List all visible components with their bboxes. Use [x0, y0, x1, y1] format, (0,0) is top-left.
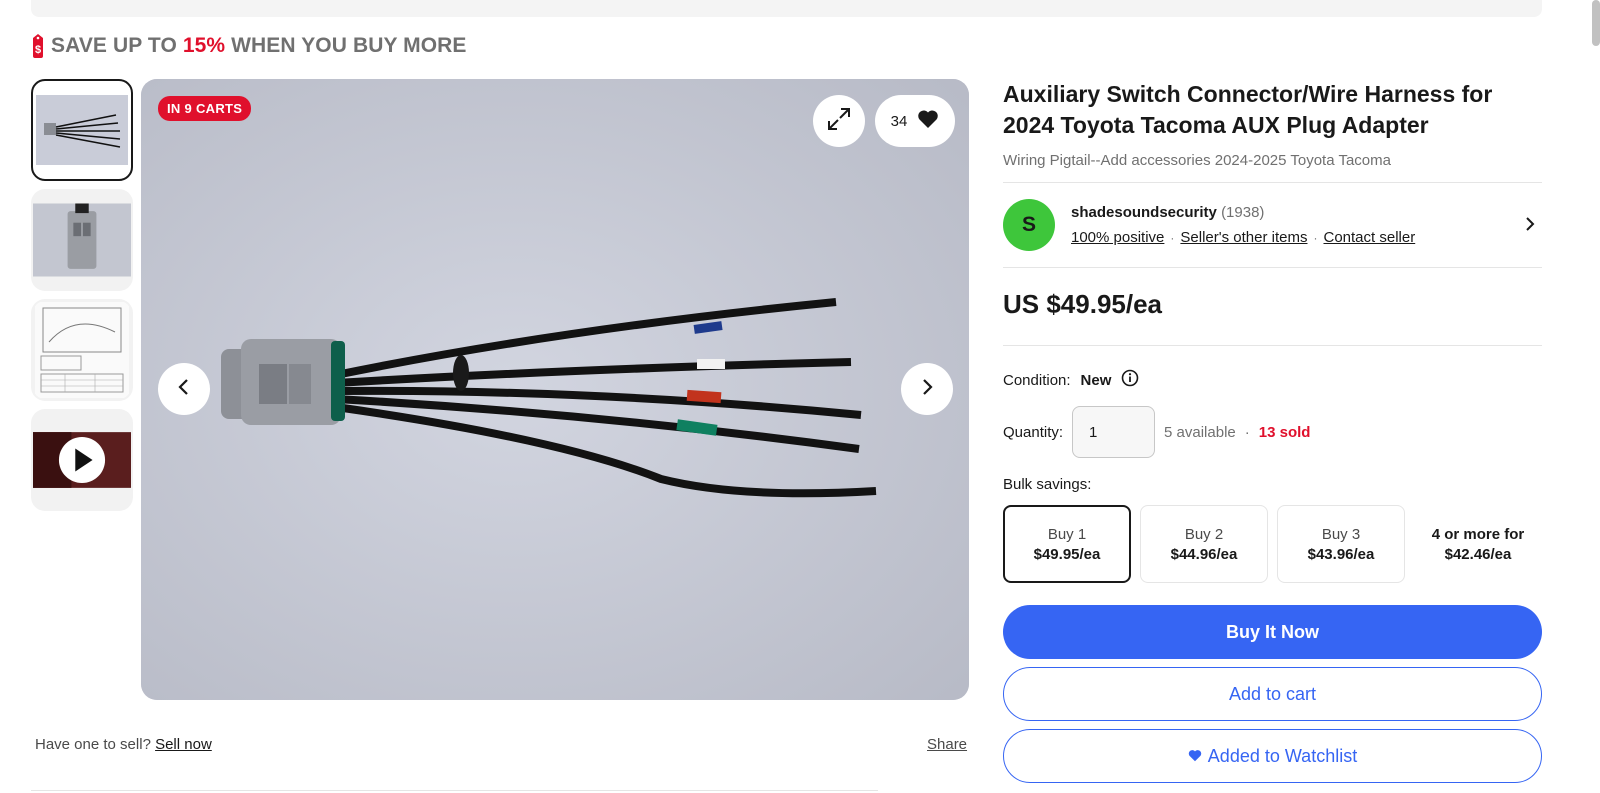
divider	[31, 790, 878, 791]
listing-subtitle: Wiring Pigtail--Add accessories 2024-202…	[1003, 152, 1391, 169]
available-count: 5 available	[1164, 423, 1236, 441]
bulk-option-4-plus[interactable]: 4 or more for $42.46/ea	[1414, 505, 1542, 583]
seller-name: shadesoundsecurity	[1071, 204, 1217, 221]
heart-icon	[1188, 746, 1202, 767]
promo-text: SAVE UP TO 15% WHEN YOU BUY MORE	[51, 34, 467, 57]
watchlist-button[interactable]: Added to Watchlist	[1003, 729, 1542, 783]
chevron-right-icon[interactable]	[1524, 215, 1536, 238]
separator-dot: ·	[1170, 230, 1175, 245]
thumbnail-1[interactable]	[31, 79, 133, 181]
condition-value: New	[1080, 371, 1112, 389]
main-product-image[interactable]: IN 9 CARTS 34	[141, 79, 969, 700]
quantity-row: Quantity: 5 available · 13 sold	[1003, 406, 1310, 458]
seller-avatar: S	[1003, 199, 1055, 251]
watchlist-label: Added to Watchlist	[1207, 745, 1358, 766]
svg-text:$: $	[35, 44, 41, 56]
sell-prompt-text: Have one to sell?	[35, 736, 156, 753]
page-scrollbar[interactable]	[1592, 0, 1600, 46]
bulk-option-qty: Buy 1	[1047, 525, 1087, 543]
condition-label: Condition:	[1003, 371, 1071, 389]
info-icon[interactable]	[1121, 369, 1139, 391]
watch-count-button[interactable]: 34	[875, 95, 955, 147]
sold-count: 13 sold	[1258, 423, 1311, 441]
buy-it-now-label: Buy It Now	[1226, 621, 1319, 642]
price-tag-icon: $	[29, 34, 47, 58]
bulk-option-buy-2[interactable]: Buy 2 $44.96/ea	[1140, 505, 1268, 583]
top-bar	[31, 0, 1542, 17]
thumbnail-2[interactable]	[31, 189, 133, 291]
listing-title: Auxiliary Switch Connector/Wire Harness …	[1003, 81, 1493, 138]
seller-feedback-count: (1938)	[1221, 204, 1265, 221]
seller-other-items-link[interactable]: Seller's other items	[1180, 229, 1307, 246]
watch-count: 34	[890, 112, 908, 130]
sell-now-link[interactable]: Sell now	[155, 736, 212, 753]
bulk-savings-options: Buy 1 $49.95/ea Buy 2 $44.96/ea Buy 3 $4…	[1003, 505, 1542, 583]
buy-it-now-button[interactable]: Buy It Now	[1003, 605, 1542, 659]
bulk-option-qty: Buy 3	[1321, 525, 1361, 543]
in-carts-badge: IN 9 CARTS	[158, 96, 252, 121]
bulk-savings-label: Bulk savings:	[1003, 476, 1092, 493]
separator-dot: ·	[1313, 230, 1318, 245]
chevron-right-icon	[920, 377, 934, 402]
bulk-option-price: $44.96/ea	[1170, 545, 1238, 563]
separator-dot: ·	[1244, 423, 1250, 441]
thumbnail-3[interactable]	[31, 299, 133, 401]
bulk-option-qty: 4 or more for	[1431, 525, 1525, 543]
promo-banner: $ SAVE UP TO 15% WHEN YOU BUY MORE	[29, 34, 467, 58]
share-link[interactable]: Share	[927, 736, 967, 753]
expand-icon	[826, 106, 852, 137]
harness-photo	[141, 79, 969, 700]
seller-card[interactable]: S shadesoundsecurity (1938) 100% positiv…	[1003, 182, 1542, 268]
next-image-button[interactable]	[901, 363, 953, 415]
quantity-input[interactable]	[1072, 406, 1156, 458]
thumbnail-list	[31, 79, 133, 519]
seller-name-row: shadesoundsecurity (1938)	[1071, 204, 1264, 221]
quantity-label: Quantity:	[1003, 423, 1064, 441]
listing-panel: Auxiliary Switch Connector/Wire Harness …	[1003, 79, 1542, 783]
sell-prompt: Have one to sell? Sell now	[35, 736, 212, 753]
contact-seller-link[interactable]: Contact seller	[1323, 229, 1415, 246]
item-price: US $49.95/ea	[1003, 289, 1163, 319]
bulk-option-price: $49.95/ea	[1033, 545, 1101, 563]
seller-positive-link[interactable]: 100% positive	[1071, 229, 1164, 246]
thumbnail-video[interactable]	[31, 409, 133, 511]
seller-links: 100% positive · Seller's other items · C…	[1071, 229, 1415, 246]
bulk-option-buy-1[interactable]: Buy 1 $49.95/ea	[1003, 505, 1131, 583]
previous-image-button[interactable]	[158, 363, 210, 415]
chevron-left-icon	[177, 377, 191, 402]
promo-percent: 15%	[182, 34, 226, 57]
expand-image-button[interactable]	[813, 95, 865, 147]
add-to-cart-button[interactable]: Add to cart	[1003, 667, 1542, 721]
heart-icon	[917, 109, 939, 133]
bulk-option-qty: Buy 2	[1184, 525, 1224, 543]
condition-row: Condition: New	[1003, 369, 1139, 391]
add-to-cart-label: Add to cart	[1228, 683, 1317, 704]
bulk-option-price: $42.46/ea	[1444, 545, 1512, 563]
bulk-option-price: $43.96/ea	[1307, 545, 1375, 563]
bulk-option-buy-3[interactable]: Buy 3 $43.96/ea	[1277, 505, 1405, 583]
divider	[1003, 345, 1542, 346]
